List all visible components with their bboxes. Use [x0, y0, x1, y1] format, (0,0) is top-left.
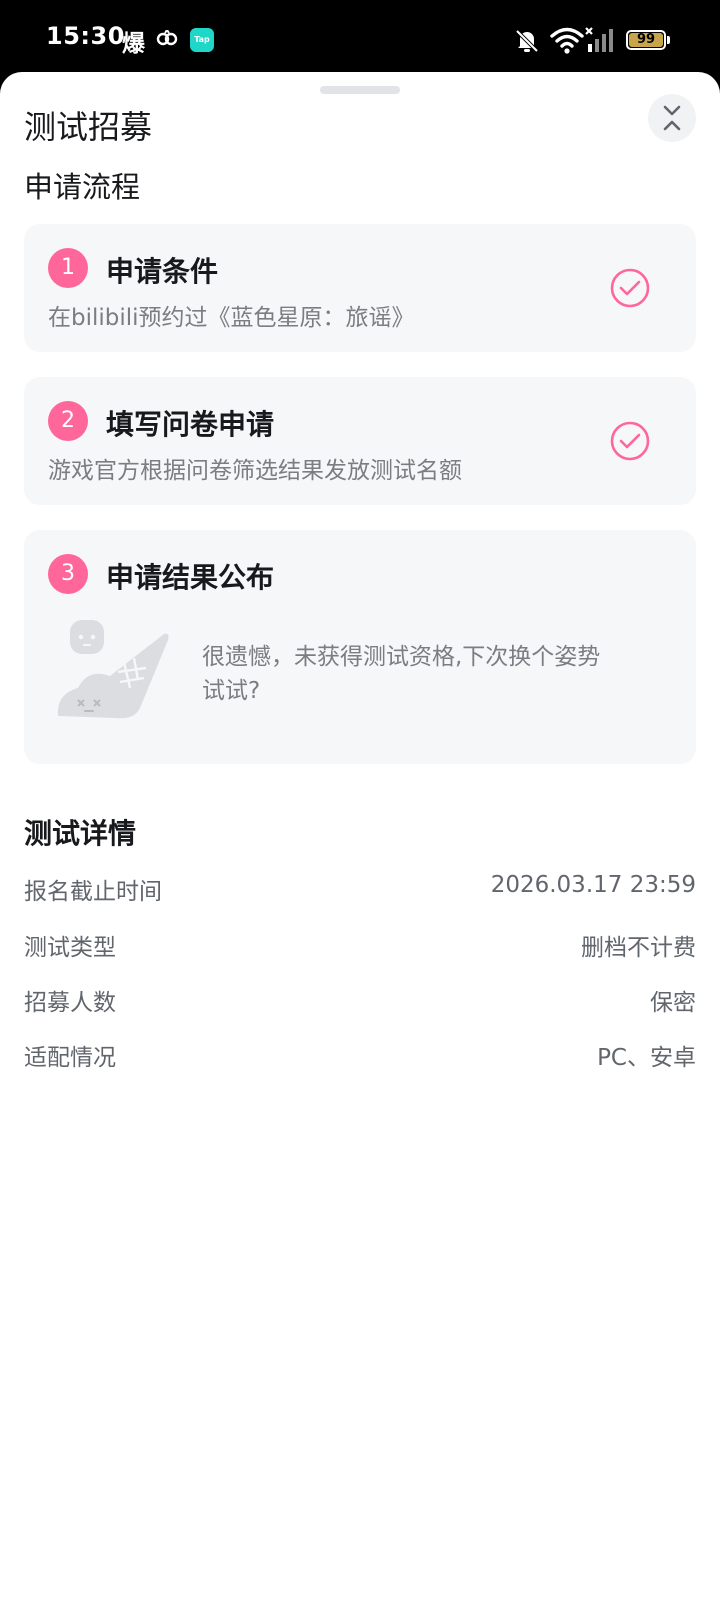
sad-ghost-illustration — [57, 620, 169, 719]
battery-tip — [667, 36, 670, 44]
wifi-icon — [550, 27, 584, 54]
step-number-badge: 1 — [48, 248, 88, 288]
detail-row-test-type: 测试类型 删档不计费 — [24, 928, 696, 962]
step-title: 申请条件 — [106, 255, 219, 288]
step-card-result: 3 申请结果公布 很遗憾，未获得测试资格,下次换个姿势试试? — [24, 530, 696, 764]
detail-label: 适配情况 — [24, 1045, 116, 1071]
status-bar: 15:30 爆 Tap 99 — [0, 0, 720, 72]
sheet-title: 测试招募 — [24, 108, 153, 146]
application-process-title: 申请流程 — [24, 170, 141, 204]
status-time: 15:30 — [46, 22, 125, 50]
detail-label: 招募人数 — [24, 990, 116, 1016]
detail-value: PC、安卓 — [597, 1045, 696, 1071]
check-circle-icon — [610, 421, 650, 461]
detail-value: 2026.03.17 23:59 — [490, 872, 696, 898]
detail-value: 删档不计费 — [581, 935, 696, 961]
step-title: 填写问卷申请 — [106, 408, 275, 441]
step-number-badge: 3 — [48, 554, 88, 594]
step-card-conditions: 1 申请条件 在bilibili预约过《蓝色星原：旅谣》 — [24, 224, 696, 352]
tap-app-icon: Tap — [190, 28, 214, 52]
notification-app-icon: 爆 — [122, 31, 145, 57]
bell-off-icon — [515, 29, 539, 53]
battery-level: 99 — [629, 33, 663, 47]
check-circle-icon — [610, 268, 650, 308]
step-description: 在bilibili预约过《蓝色星原：旅谣》 — [48, 305, 415, 331]
collapse-button[interactable] — [648, 94, 696, 142]
test-recruitment-sheet: 测试招募 申请流程 1 申请条件 在bilibili预约过《蓝色星原：旅谣》 2… — [0, 72, 720, 1608]
detail-label: 测试类型 — [24, 935, 116, 961]
test-details-title: 测试详情 — [24, 817, 137, 850]
step-title: 申请结果公布 — [106, 561, 275, 594]
step-number-badge: 2 — [48, 401, 88, 441]
step-card-questionnaire[interactable]: 2 填写问卷申请 游戏官方根据问卷筛选结果发放测试名额 — [24, 377, 696, 505]
detail-row-deadline: 报名截止时间 2026.03.17 23:59 — [24, 872, 696, 906]
collapse-chevrons-icon — [663, 105, 681, 131]
detail-row-recruit-count: 招募人数 保密 — [24, 983, 696, 1017]
step-description: 游戏官方根据问卷筛选结果发放测试名额 — [48, 458, 462, 484]
sheet-drag-handle[interactable] — [320, 86, 400, 94]
detail-label: 报名截止时间 — [24, 879, 162, 905]
result-message: 很遗憾，未获得测试资格,下次换个姿势试试? — [202, 644, 601, 704]
signal-icon — [585, 27, 613, 52]
detail-value: 保密 — [650, 990, 696, 1016]
detail-row-compatibility: 适配情况 PC、安卓 — [24, 1038, 696, 1072]
battery-icon: 99 — [626, 30, 666, 50]
link-icon — [156, 30, 178, 46]
